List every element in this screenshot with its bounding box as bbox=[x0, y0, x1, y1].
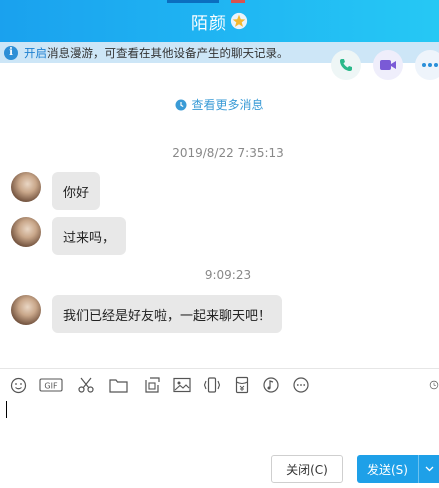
history-icon bbox=[429, 380, 439, 390]
close-button[interactable]: 关闭(C) bbox=[271, 455, 343, 483]
enable-roaming-link[interactable]: 开启 bbox=[24, 45, 47, 61]
message-row: 我们已经是好友啦，一起来聊天吧！ bbox=[11, 295, 283, 333]
image-editor-icon bbox=[145, 377, 160, 393]
input-toolbar: GIF bbox=[0, 374, 439, 396]
image-icon bbox=[173, 377, 191, 393]
info-icon: i bbox=[4, 45, 18, 60]
gif-icon: GIF bbox=[38, 378, 63, 392]
music-icon bbox=[263, 377, 279, 393]
image-editor-button[interactable] bbox=[142, 374, 162, 396]
emoji-button[interactable] bbox=[8, 374, 28, 396]
message-timestamp: 9:09:23 bbox=[204, 268, 252, 282]
input-divider bbox=[0, 368, 439, 369]
view-more-label: 查看更多消息 bbox=[191, 98, 264, 112]
more-icon bbox=[422, 63, 438, 67]
message-history-button[interactable] bbox=[429, 374, 439, 396]
voice-call-icon bbox=[340, 59, 352, 71]
chevron-down-icon bbox=[425, 466, 433, 472]
vip-star-icon bbox=[230, 12, 248, 30]
gif-button[interactable]: GIF bbox=[38, 374, 64, 396]
shake-icon bbox=[203, 377, 221, 393]
view-more-messages-link[interactable]: 查看更多消息 bbox=[0, 96, 439, 113]
message-input[interactable] bbox=[0, 398, 439, 450]
voice-call-button[interactable] bbox=[331, 50, 361, 80]
send-options-dropdown[interactable] bbox=[419, 466, 439, 472]
message-row: 过来吗， bbox=[11, 217, 127, 255]
emoji-icon bbox=[10, 377, 26, 393]
title-bar: 陌颜 bbox=[0, 0, 439, 42]
video-call-button[interactable] bbox=[373, 50, 403, 80]
screenshot-scissors-icon bbox=[78, 377, 94, 393]
folder-icon bbox=[108, 379, 128, 393]
music-button[interactable] bbox=[261, 374, 281, 396]
screenshot-button[interactable] bbox=[76, 374, 96, 396]
message-bubble: 你好 bbox=[52, 172, 101, 210]
avatar[interactable] bbox=[11, 217, 41, 247]
send-file-button[interactable] bbox=[108, 374, 128, 396]
send-button-label: 发送(S) bbox=[367, 462, 408, 477]
message-timestamp: 2019/8/22 7:35:13 bbox=[172, 146, 284, 160]
message-bubble: 过来吗， bbox=[52, 217, 127, 255]
video-call-icon bbox=[380, 60, 396, 70]
red-packet-icon bbox=[235, 376, 249, 394]
window-title: 陌颜 bbox=[191, 13, 227, 34]
notice-text: 消息漫游，可查看在其他设备产生的聊天记录。 bbox=[47, 45, 289, 60]
more-actions-button[interactable] bbox=[415, 50, 439, 80]
avatar[interactable] bbox=[11, 295, 41, 325]
message-bubble: 我们已经是好友啦，一起来聊天吧！ bbox=[52, 295, 283, 333]
avatar[interactable] bbox=[11, 172, 41, 202]
more-options-icon bbox=[293, 377, 309, 393]
red-packet-button[interactable] bbox=[233, 374, 251, 396]
clock-icon bbox=[175, 99, 187, 110]
more-tools-button[interactable] bbox=[291, 374, 311, 396]
send-button[interactable]: 发送(S) bbox=[357, 455, 439, 483]
send-image-button[interactable] bbox=[172, 374, 192, 396]
svg-text:GIF: GIF bbox=[44, 382, 58, 391]
shake-button[interactable] bbox=[202, 374, 222, 396]
message-row: 你好 bbox=[11, 172, 101, 210]
